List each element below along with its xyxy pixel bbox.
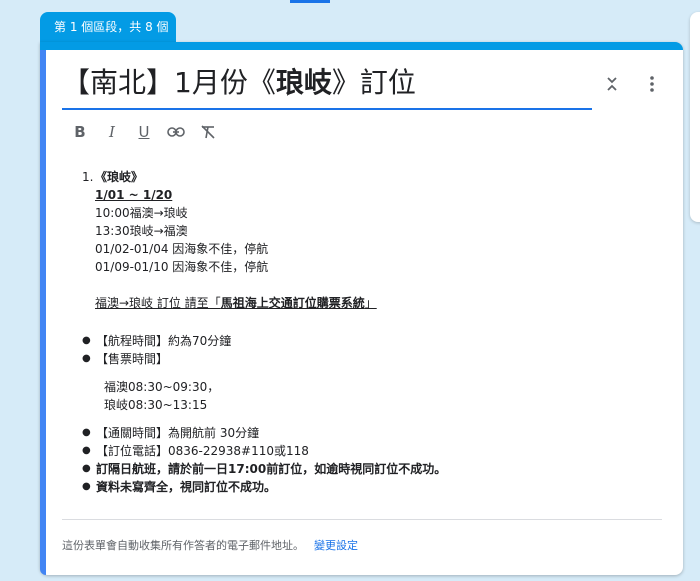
list-item: ● 【通關時間】為開航前 30分鐘 [82, 426, 260, 440]
list-item-text: 【售票時間】 [96, 352, 169, 366]
route-heading: 《琅岐》 [95, 170, 144, 184]
list-number: 1. [82, 170, 94, 184]
list-item-text: 訂隔日航班，請於前一日17:00前訂位，如逾時視同訂位不成功。 [96, 462, 447, 476]
schedule-line: 01/09-01/10 因海象不佳，停航 [95, 260, 269, 274]
email-collection-notice: 這份表單會自動收集所有作答者的電子郵件地址。 變更設定 [62, 537, 358, 553]
booking-link[interactable]: 福澳→琅岐 訂位 請至「馬祖海上交通訂位購票系統」 [95, 294, 377, 312]
list-item-text: 【通關時間】為開航前 30分鐘 [96, 426, 260, 440]
title-field[interactable]: 【南北】1月份《琅岐》訂位 [62, 60, 592, 110]
clear-format-icon [201, 125, 215, 139]
list-item: ● 訂隔日航班，請於前一日17:00前訂位，如逾時視同訂位不成功。 [82, 462, 447, 476]
list-item: ● 【訂位電話】0836-22938#110或118 [82, 444, 309, 458]
list-item: ● 【售票時間】 [82, 352, 169, 366]
form-title: 【南北】1月份《琅岐》訂位 [62, 60, 592, 106]
list-item: ● 資料未寫齊全，視同訂位不成功。 [82, 480, 277, 494]
italic-button[interactable]: I [100, 120, 124, 144]
section-description[interactable]: 1. 《琅岐》 1/01 ~ 1/20 10:00福澳→琅岐 13:30琅岐→福… [62, 168, 662, 496]
schedule-line: 01/02-01/04 因海象不佳，停航 [95, 242, 269, 256]
section-tab: 第 1 個區段，共 8 個 [40, 12, 176, 42]
booking-suffix: 」 [364, 296, 377, 310]
sale-time-line: 琅岐08:30~13:15 [104, 398, 208, 412]
top-accent-bar [290, 0, 330, 3]
bold-button[interactable]: B [68, 120, 92, 144]
active-section-indicator [40, 50, 46, 575]
section-card: 【南北】1月份《琅岐》訂位 B I U 1. 《琅岐》 1/01 ~ 1/20 … [40, 42, 683, 575]
schedule-line: 13:30琅岐→福澳 [95, 224, 188, 238]
clear-format-button[interactable] [196, 120, 220, 144]
date-range: 1/01 ~ 1/20 [95, 188, 173, 202]
title-bold: 琅岐 [275, 66, 332, 99]
title-suffix: 》訂位 [331, 66, 416, 99]
list-item-text: 【訂位電話】0836-22938#110或118 [96, 444, 309, 458]
list-item-text: 資料未寫齊全，視同訂位不成功。 [96, 480, 277, 494]
change-settings-link[interactable]: 變更設定 [314, 539, 358, 552]
collapse-icon[interactable] [600, 72, 624, 96]
ordered-list-item: 1. 《琅岐》 1/01 ~ 1/20 10:00福澳→琅岐 13:30琅岐→福… [62, 168, 662, 312]
schedule-line: 10:00福澳→琅岐 [95, 206, 188, 220]
booking-system-name: 馬祖海上交通訂位購票系統 [220, 296, 365, 310]
link-button[interactable] [164, 120, 188, 144]
more-vert-icon[interactable] [640, 72, 664, 96]
footer-text: 這份表單會自動收集所有作答者的電子郵件地址。 [62, 539, 304, 552]
list-item: ● 【航程時間】約為70分鐘 [82, 334, 232, 348]
format-toolbar: B I U [68, 120, 220, 144]
link-icon [167, 127, 185, 137]
underline-button[interactable]: U [132, 120, 156, 144]
title-prefix: 【南北】1月份《 [62, 66, 276, 99]
sale-time-line: 福澳08:30~09:30， [104, 380, 220, 394]
sale-times: 福澳08:30~09:30， 琅岐08:30~13:15 [62, 378, 662, 414]
booking-prefix: 福澳→琅岐 訂位 請至「 [95, 296, 221, 310]
footer-divider [62, 519, 662, 520]
list-item-text: 【航程時間】約為70分鐘 [96, 334, 232, 348]
floating-toolbar-edge [690, 12, 700, 222]
